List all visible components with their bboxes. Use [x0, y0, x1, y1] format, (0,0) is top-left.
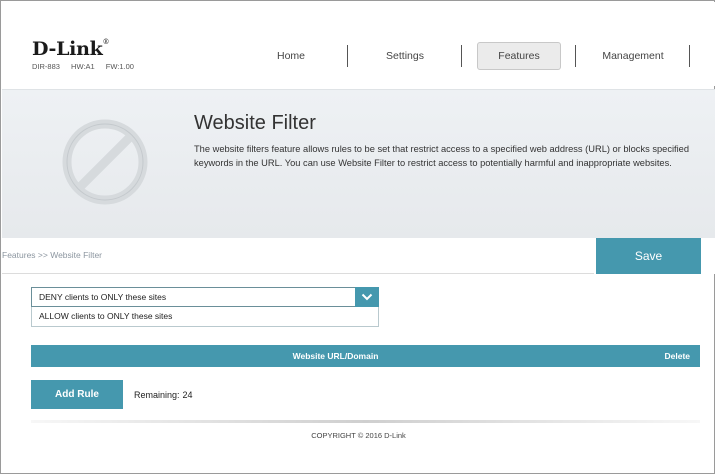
save-button[interactable]: Save: [596, 238, 701, 274]
footer-divider: [31, 420, 700, 423]
dlink-logo: D-Link®: [32, 38, 110, 60]
main-nav: Home Settings Features Management: [234, 42, 690, 70]
action-bar: Features >> Website Filter Save: [2, 238, 715, 274]
nav-home[interactable]: Home: [234, 42, 348, 70]
breadcrumb: Features >> Website Filter: [2, 250, 102, 260]
remaining-count: 24: [182, 390, 193, 400]
filter-mode-selected[interactable]: DENY clients to ONLY these sites: [31, 287, 379, 307]
copyright: COPYRIGHT © 2016 D-Link: [311, 431, 406, 440]
prohibited-icon: [57, 114, 153, 210]
nav-features[interactable]: Features: [462, 42, 576, 70]
nav-management[interactable]: Management: [576, 42, 690, 70]
router-admin-page: D-Link® DIR-883 HW:A1 FW:1.00 Home Setti…: [0, 0, 715, 474]
chevron-down-icon[interactable]: [355, 287, 379, 307]
page-title: Website Filter: [194, 112, 316, 134]
model-number: DIR-883: [32, 62, 60, 71]
column-website-url: Website URL/Domain: [292, 351, 379, 361]
nav-settings[interactable]: Settings: [348, 42, 462, 70]
add-rule-button[interactable]: Add Rule: [31, 380, 123, 409]
firmware-version: FW:1.00: [105, 62, 134, 71]
filter-mode-dropdown[interactable]: DENY clients to ONLY these sites ALLOW c…: [31, 287, 379, 327]
remaining-rules: Remaining: 24: [134, 390, 193, 400]
filter-mode-option-allow[interactable]: ALLOW clients to ONLY these sites: [31, 307, 379, 327]
hardware-version: HW:A1: [71, 62, 95, 71]
page-description: The website filters feature allows rules…: [194, 144, 690, 168]
rules-table-header: Website URL/Domain Delete: [31, 345, 700, 367]
device-info: DIR-883 HW:A1 FW:1.00: [32, 62, 140, 71]
top-header: D-Link® DIR-883 HW:A1 FW:1.00 Home Setti…: [2, 2, 715, 86]
page-banner: Website Filter The website filters featu…: [2, 89, 715, 238]
column-delete: Delete: [664, 351, 690, 361]
